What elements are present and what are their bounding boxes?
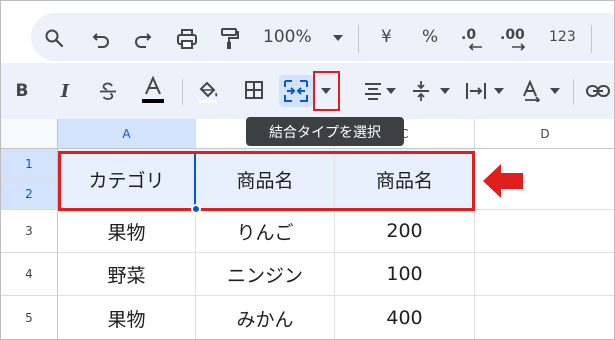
cell-a5[interactable]: 果物 — [58, 296, 196, 339]
cell-a3[interactable]: 果物 — [58, 210, 196, 253]
text-wrapping-icon[interactable] — [463, 77, 489, 105]
arrow-right-icon — [512, 43, 526, 51]
merge-type-tooltip: 結合タイプを選択 — [246, 117, 404, 146]
chevron-down-icon — [321, 88, 331, 94]
text-color-icon[interactable] — [139, 73, 167, 107]
percent-format-button[interactable]: % — [422, 27, 438, 47]
merged-cell-b1[interactable]: 商品名 — [196, 149, 335, 210]
toolbar-divider — [358, 25, 359, 53]
merged-cell-a1[interactable]: カテゴリ — [58, 149, 196, 210]
undo-icon[interactable] — [89, 27, 113, 51]
spreadsheet-window: 100% ¥ % .0 .00 123 B I 結合タイプを選択 A C D 1… — [0, 0, 615, 340]
italic-icon[interactable]: I — [54, 79, 76, 103]
cell-c4[interactable]: 100 — [335, 253, 475, 296]
cell-d4[interactable] — [475, 253, 614, 296]
row-header-5[interactable]: 5 — [1, 296, 58, 339]
strikethrough-icon[interactable] — [96, 79, 120, 103]
row-header-1[interactable]: 1 — [1, 149, 58, 179]
more-formats-button[interactable]: 123 — [549, 29, 576, 45]
cell-b3[interactable]: りんご — [196, 210, 335, 253]
arrow-left-icon — [468, 43, 482, 51]
bold-icon[interactable]: B — [11, 79, 33, 103]
cell-b5[interactable]: みかん — [196, 296, 335, 339]
zoom-select[interactable]: 100% — [263, 27, 312, 47]
chevron-down-icon[interactable] — [439, 87, 451, 95]
toolbar-divider — [591, 25, 592, 53]
fill-color-icon[interactable] — [195, 77, 221, 105]
main-toolbar: 100% ¥ % .0 .00 123 — [1, 1, 614, 63]
chevron-down-icon[interactable] — [385, 87, 397, 95]
red-arrow-icon — [483, 164, 523, 198]
select-all-corner[interactable] — [1, 119, 58, 149]
spreadsheet-grid: A B C D 1 2 3 4 5 カテゴリ 商品名 商品名 果物 りんご 20… — [1, 119, 614, 339]
cell-d3[interactable] — [475, 210, 614, 253]
fill-handle[interactable] — [191, 204, 201, 214]
row-header-3[interactable]: 3 — [1, 210, 58, 253]
zoom-dropdown-icon[interactable] — [332, 33, 344, 43]
vertical-align-icon[interactable] — [409, 77, 433, 105]
cell-d5[interactable] — [475, 296, 614, 339]
search-icon[interactable] — [41, 25, 67, 51]
decrease-decimal-label: .0 — [461, 27, 477, 43]
cell-a4[interactable]: 野菜 — [58, 253, 196, 296]
row-header-4[interactable]: 4 — [1, 253, 58, 296]
chevron-down-icon[interactable] — [493, 87, 505, 95]
text-rotation-icon[interactable] — [519, 77, 545, 105]
merge-type-dropdown[interactable] — [313, 71, 340, 111]
toolbar-divider — [182, 79, 183, 105]
merge-cells-button[interactable] — [279, 75, 313, 107]
merge-cells-icon — [284, 80, 308, 102]
borders-icon[interactable] — [241, 77, 267, 103]
column-header-d[interactable]: D — [475, 119, 614, 149]
cell-c3[interactable]: 200 — [335, 210, 475, 253]
decrease-decimal-button[interactable]: .0 — [458, 23, 488, 53]
increase-decimal-label: .00 — [500, 27, 525, 43]
insert-link-icon[interactable] — [585, 79, 611, 103]
column-header-a[interactable]: A — [58, 119, 196, 149]
merged-cell-c1[interactable]: 商品名 — [335, 149, 475, 210]
toolbar-divider — [573, 79, 574, 105]
horizontal-align-icon[interactable] — [361, 77, 385, 105]
cell-c5[interactable]: 400 — [335, 296, 475, 339]
row-header-2[interactable]: 2 — [1, 179, 58, 210]
chevron-down-icon[interactable] — [549, 87, 561, 95]
currency-format-button[interactable]: ¥ — [381, 27, 392, 47]
print-icon[interactable] — [173, 25, 201, 53]
redo-icon[interactable] — [131, 27, 155, 51]
cell-b4[interactable]: ニンジン — [196, 253, 335, 296]
increase-decimal-button[interactable]: .00 — [500, 23, 534, 53]
paint-format-icon[interactable] — [217, 25, 243, 53]
